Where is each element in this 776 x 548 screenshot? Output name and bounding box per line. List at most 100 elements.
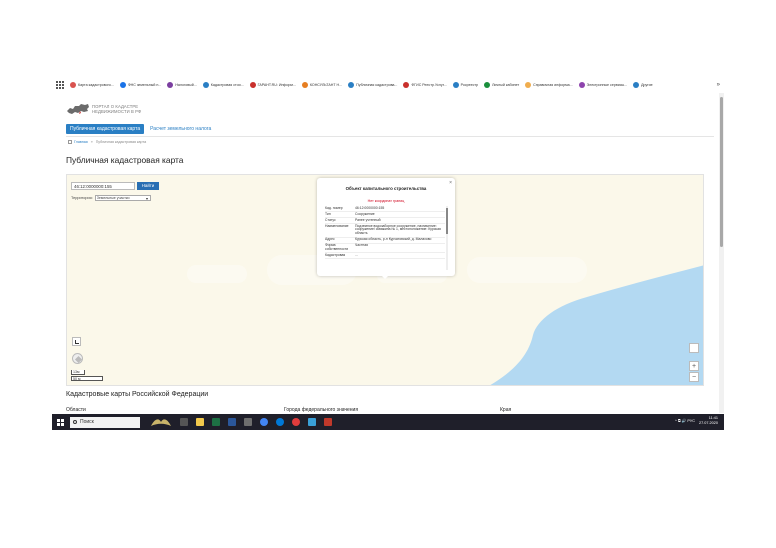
search-icon — [73, 420, 77, 424]
popup-scrollbar[interactable] — [446, 206, 448, 270]
bookmark-label: Личный кабинет — [492, 83, 520, 87]
favicon-icon — [202, 82, 209, 88]
taskbar-clock[interactable]: 11:41 27.07.2020 — [699, 416, 718, 426]
column-regions[interactable]: Области — [66, 407, 86, 413]
object-type-select[interactable]: Земельные участки — [94, 195, 151, 201]
favicon-icon — [167, 82, 174, 88]
popup-title: Объект капитального строительства — [345, 186, 427, 191]
cadastral-number-input[interactable]: 46:12:0000000:155 — [71, 182, 135, 190]
map-search: 46:12:0000000:155 Найти — [71, 182, 159, 190]
attribute-key: Тип — [325, 211, 331, 216]
site-logo[interactable]: ПОРТАЛ О КАДАСТРЕ НЕДВИЖИМОСТИ В РФ — [66, 102, 141, 116]
bookmark-item[interactable]: Справочная информа... — [525, 82, 573, 88]
attribute-key: Наименование — [325, 223, 349, 228]
territory-filter: Территория: Земельные участки — [71, 195, 151, 201]
page-scrollbar[interactable] — [719, 93, 724, 413]
main-tabs: Публичная кадастровая карта Расчет земел… — [66, 124, 211, 134]
yandex-browser-icon[interactable] — [292, 418, 300, 426]
calculator-icon[interactable] — [244, 418, 252, 426]
edge-icon[interactable] — [276, 418, 284, 426]
zoom-in-button[interactable]: + — [689, 361, 699, 371]
favicon-icon — [633, 82, 640, 88]
no-boundary-warning: Нет координат границ — [367, 199, 405, 203]
attribute-value: Частная — [355, 243, 368, 248]
logo-line-2: НЕДВИЖИМОСТИ В РФ — [92, 109, 142, 114]
column-territories[interactable]: Края — [500, 407, 511, 413]
taskbar-search[interactable]: Поиск — [70, 416, 140, 428]
chevron-down-icon — [145, 197, 148, 200]
favicon-icon — [249, 82, 256, 88]
bookmark-item[interactable]: Росреестр — [452, 82, 479, 88]
header-divider — [66, 136, 714, 137]
apps-icon[interactable] — [56, 81, 64, 89]
task-view-icon[interactable] — [180, 418, 188, 426]
breadcrumb-home-link[interactable]: Главная — [74, 140, 88, 144]
popup-attribute-row: Форма собственности Частная — [325, 243, 445, 254]
popup-attribute-row: Кадастровая... — [325, 252, 445, 260]
bookmark-item[interactable]: ФНС земельный н... — [119, 82, 161, 88]
russia-map-icon — [67, 104, 89, 114]
attribute-key: Кад. номер — [325, 205, 343, 210]
layers-icon — [74, 355, 82, 364]
bookmark-item[interactable]: Кадастровая стои... — [202, 82, 244, 88]
word-icon[interactable] — [228, 418, 236, 426]
object-type-value: Земельные участки — [96, 196, 130, 200]
attribute-key: Кадастровая — [325, 252, 346, 257]
windows-start-icon[interactable] — [57, 418, 64, 426]
tray-icons[interactable]: ^ ⧉ 🔊 РУС — [675, 418, 695, 423]
object-info-popup: × Объект капитального строительства Нет … — [317, 178, 455, 279]
select-area-tool[interactable] — [72, 337, 81, 346]
attribute-value: Сооружение — [355, 211, 375, 216]
excel-icon[interactable] — [212, 418, 220, 426]
popup-attributes: Кад. номер 46:12:0000000:155 Тип Сооружение… — [325, 205, 445, 260]
scrollbar-thumb[interactable] — [720, 97, 723, 247]
attribute-value: Подземное водозаборное сооружение, назна… — [355, 223, 441, 236]
attribute-value: Курская область, р-н Курчатовский, д. Ма… — [355, 237, 432, 242]
favicon-icon — [484, 82, 491, 88]
tab-land-tax-calculation[interactable]: Расчет земельного налога — [150, 126, 211, 132]
corner-icon — [75, 340, 79, 344]
popup-scrollbar-thumb[interactable] — [446, 208, 448, 234]
bookmark-label: Электронные сервисы... — [586, 83, 628, 87]
browser-window: Карта кадастрового... ФНС земельный н... Н… — [52, 76, 724, 430]
cadastral-map[interactable]: 46:12:0000000:155 Найти Территория: Земе… — [66, 174, 704, 386]
bookmark-label: Другие — [641, 83, 653, 87]
outlook-icon[interactable] — [308, 418, 316, 426]
attribute-key: Форма собственности — [325, 243, 349, 251]
column-federal-cities[interactable]: Города федерального значения — [284, 407, 358, 413]
bookmark-label: Налоговый... — [175, 83, 197, 87]
breadcrumb: Главная » Публичная кадастровая карта — [68, 140, 146, 144]
bookmark-item[interactable]: Электронные сервисы... — [578, 82, 628, 88]
bookmarks-bar: Карта кадастрового... ФНС земельный н... Н… — [52, 79, 724, 91]
scale-zoom-level: 13м — [71, 370, 85, 375]
filter-label: Территория: — [71, 196, 93, 200]
breadcrumb-current: Публичная кадастровая карта — [95, 140, 147, 144]
fullscreen-button[interactable] — [689, 343, 699, 353]
chrome-icon[interactable] — [260, 418, 268, 426]
pdf-reader-icon[interactable] — [324, 418, 332, 426]
layers-button[interactable] — [72, 353, 83, 364]
bookmarks-more-button[interactable]: » — [717, 82, 720, 88]
favicon-icon — [578, 82, 585, 88]
bookmark-item[interactable]: КОНСУЛЬТАНТ Н... — [301, 82, 342, 88]
bookmark-item[interactable]: Другие — [633, 82, 653, 88]
favicon-icon — [301, 82, 308, 88]
bookmark-item[interactable]: Личный кабинет — [484, 82, 519, 88]
file-explorer-icon[interactable] — [196, 418, 204, 426]
breadcrumb-separator: » — [90, 140, 93, 144]
bookmark-item[interactable]: Карта кадастрового... — [70, 82, 114, 88]
zoom-out-button[interactable]: − — [689, 372, 699, 382]
favicon-icon — [525, 82, 532, 88]
tab-public-cadastral-map[interactable]: Публичная кадастровая карта — [66, 124, 145, 134]
leaves-decoration-icon — [151, 419, 171, 426]
clock-date: 27.07.2020 — [698, 420, 718, 425]
bookmark-item[interactable]: Налоговый... — [167, 82, 197, 88]
bookmark-label: Росреестр — [460, 83, 479, 87]
favicon-icon — [119, 82, 126, 88]
bookmark-item[interactable]: Публичная кадастрова... — [348, 82, 397, 88]
bookmark-item[interactable]: ГАРАНТ.RU: Информ... — [249, 82, 296, 88]
attribute-value: Ранее учтенный — [355, 217, 381, 222]
bookmark-item[interactable]: ФГИС Реестр.Услуг... — [403, 82, 447, 88]
taskbar-search-label: Поиск — [80, 419, 94, 425]
find-button[interactable]: Найти — [137, 182, 159, 190]
